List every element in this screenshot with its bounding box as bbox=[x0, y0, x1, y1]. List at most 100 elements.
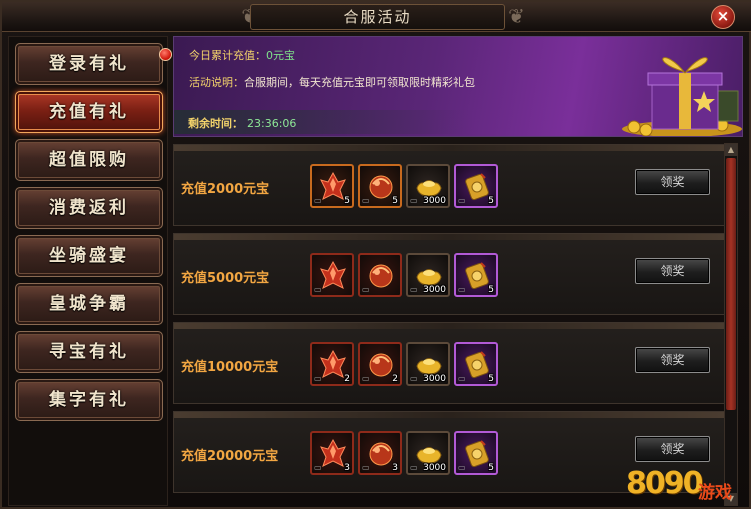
sidebar-tab-label: 充值有礼 bbox=[49, 102, 129, 122]
sidebar-tab-2[interactable]: 充值有礼 bbox=[15, 91, 163, 133]
title-ornament-right: ❦ bbox=[508, 4, 525, 28]
bound-lock-icon: ▭ bbox=[458, 463, 466, 472]
claim-reward-button[interactable]: 领奖 bbox=[635, 258, 710, 284]
title-ornament-left: ❦ bbox=[198, 2, 258, 32]
bound-lock-icon: ▭ bbox=[314, 374, 322, 383]
watermark-text: 游戏 bbox=[698, 483, 732, 503]
sidebar-tab-8[interactable]: 集字有礼 bbox=[15, 379, 163, 421]
tier-label: 充值20000元宝 bbox=[181, 449, 279, 464]
close-button[interactable]: × bbox=[711, 5, 735, 29]
countdown: 剩余时间： 23:36:06 bbox=[188, 115, 296, 131]
event-banner: 今日累计充值：0元宝 活动说明：合服期间，每天充值元宝即可领取限时精彩礼包 剩余… bbox=[173, 36, 743, 137]
reward-item-slot[interactable]: ▭ 2 bbox=[358, 342, 402, 386]
item-quantity: 5 bbox=[488, 374, 494, 384]
countdown-value: 23:36:06 bbox=[247, 117, 297, 130]
bound-lock-icon: ▭ bbox=[410, 196, 418, 205]
item-quantity: 2 bbox=[392, 374, 398, 384]
tier-label: 充值5000元宝 bbox=[181, 271, 270, 286]
countdown-label: 剩余时间： bbox=[188, 117, 243, 130]
item-quantity: 3000 bbox=[423, 463, 446, 473]
reward-item-slot[interactable]: ▭ 5 bbox=[454, 431, 498, 475]
reward-tier-row: 充值10000元宝 ▭ 2 ▭ 2 ▭ 3000 ▭ 5 领奖 bbox=[173, 322, 725, 404]
bound-lock-icon: ▭ bbox=[362, 196, 370, 205]
bound-lock-icon: ▭ bbox=[362, 463, 370, 472]
reward-item-slot[interactable]: ▭ 5 bbox=[310, 164, 354, 208]
row-divider bbox=[174, 145, 724, 151]
claim-reward-button[interactable]: 领奖 bbox=[635, 169, 710, 195]
sidebar-tab-label: 皇城争霸 bbox=[49, 294, 129, 314]
bound-lock-icon: ▭ bbox=[314, 463, 322, 472]
sidebar-tab-label: 超值限购 bbox=[49, 150, 129, 170]
sidebar-tab-4[interactable]: 消费返利 bbox=[15, 187, 163, 229]
reward-item-slot[interactable]: ▭ 5 bbox=[454, 164, 498, 208]
window-title: 合服活动 bbox=[250, 4, 505, 30]
item-quantity: 5 bbox=[488, 196, 494, 206]
row-divider bbox=[174, 412, 724, 418]
event-description-line: 活动说明：合服期间，每天充值元宝即可领取限时精彩礼包 bbox=[189, 74, 475, 90]
gift-box-icon bbox=[622, 57, 742, 136]
item-quantity: 3000 bbox=[423, 374, 446, 384]
reward-item-slot[interactable]: ▭ 2 bbox=[310, 342, 354, 386]
recharge-total-label: 今日累计充值： bbox=[189, 49, 266, 62]
item-quantity: 3 bbox=[392, 463, 398, 473]
site-watermark-logo: 8090 游戏 bbox=[626, 464, 748, 508]
title-bar: ❦ 合服活动 ❦ × bbox=[2, 2, 751, 32]
claim-reward-button[interactable]: 领奖 bbox=[635, 436, 710, 462]
scrollbar[interactable]: ▲ ▼ bbox=[724, 143, 738, 506]
reward-item-slot[interactable]: ▭ 5 bbox=[454, 342, 498, 386]
bound-lock-icon: ▭ bbox=[458, 196, 466, 205]
item-quantity: 5 bbox=[488, 463, 494, 473]
reward-item-slot[interactable]: ▭ bbox=[358, 253, 402, 297]
item-quantity: 3000 bbox=[423, 285, 446, 295]
item-quantity: 3 bbox=[344, 463, 350, 473]
sidebar-tab-1[interactable]: 登录有礼 bbox=[15, 43, 172, 85]
tier-label: 充值10000元宝 bbox=[181, 360, 279, 375]
scroll-up-arrow-icon[interactable]: ▲ bbox=[725, 144, 737, 156]
recharge-total-value: 0元宝 bbox=[266, 49, 295, 62]
bound-lock-icon: ▭ bbox=[362, 374, 370, 383]
event-description-text: 合服期间，每天充值元宝即可领取限时精彩礼包 bbox=[244, 76, 475, 89]
notification-dot-icon bbox=[159, 48, 172, 61]
item-quantity: 5 bbox=[344, 196, 350, 206]
sidebar-tab-label: 登录有礼 bbox=[49, 54, 129, 74]
bound-lock-icon: ▭ bbox=[314, 196, 322, 205]
reward-item-slot[interactable]: ▭ 5 bbox=[358, 164, 402, 208]
item-quantity: 5 bbox=[392, 196, 398, 206]
sidebar-tab-label: 集字有礼 bbox=[49, 390, 129, 410]
sidebar: 登录有礼充值有礼超值限购消费返利坐骑盛宴皇城争霸寻宝有礼集字有礼 bbox=[8, 36, 172, 506]
claim-reward-button[interactable]: 领奖 bbox=[635, 347, 710, 373]
reward-item-slot[interactable]: ▭ 3 bbox=[358, 431, 402, 475]
reward-item-slot[interactable]: ▭ 5 bbox=[454, 253, 498, 297]
reward-item-slot[interactable]: ▭ 3000 bbox=[406, 253, 450, 297]
reward-item-slot[interactable]: ▭ 3000 bbox=[406, 342, 450, 386]
bound-lock-icon: ▭ bbox=[410, 463, 418, 472]
watermark-number: 8090 bbox=[626, 466, 703, 501]
item-quantity: 2 bbox=[344, 374, 350, 384]
bound-lock-icon: ▭ bbox=[458, 285, 466, 294]
reward-item-slot[interactable]: ▭ 3000 bbox=[406, 431, 450, 475]
reward-item-slot[interactable]: ▭ bbox=[310, 253, 354, 297]
event-window: ❦ 合服活动 ❦ × 登录有礼充值有礼超值限购消费返利坐骑盛宴皇城争霸寻宝有礼集… bbox=[0, 0, 751, 509]
item-quantity: 5 bbox=[488, 285, 494, 295]
item-quantity: 3000 bbox=[423, 196, 446, 206]
row-divider bbox=[174, 323, 724, 329]
sidebar-tab-7[interactable]: 寻宝有礼 bbox=[15, 331, 163, 373]
sidebar-tab-5[interactable]: 坐骑盛宴 bbox=[15, 235, 163, 277]
event-description-label: 活动说明： bbox=[189, 76, 244, 89]
sidebar-tab-6[interactable]: 皇城争霸 bbox=[15, 283, 163, 325]
bound-lock-icon: ▭ bbox=[410, 285, 418, 294]
reward-item-slot[interactable]: ▭ 3000 bbox=[406, 164, 450, 208]
bound-lock-icon: ▭ bbox=[362, 285, 370, 294]
bound-lock-icon: ▭ bbox=[410, 374, 418, 383]
tier-label: 充值2000元宝 bbox=[181, 182, 270, 197]
row-divider bbox=[174, 234, 724, 240]
sidebar-tab-label: 坐骑盛宴 bbox=[49, 246, 129, 266]
reward-item-slot[interactable]: ▭ 3 bbox=[310, 431, 354, 475]
sidebar-tab-3[interactable]: 超值限购 bbox=[15, 139, 163, 181]
scroll-thumb[interactable] bbox=[726, 158, 736, 410]
sidebar-tab-label: 寻宝有礼 bbox=[49, 342, 129, 362]
recharge-total-line: 今日累计充值：0元宝 bbox=[189, 47, 295, 63]
reward-tier-row: 充值2000元宝 ▭ 5 ▭ 5 ▭ 3000 ▭ 5 领奖 bbox=[173, 144, 725, 226]
reward-list: 充值2000元宝 ▭ 5 ▭ 5 ▭ 3000 ▭ 5 领奖 充值5000元宝 ▭ ▭ ▭ 3000 ▭ 5 领奖… bbox=[173, 142, 743, 506]
bound-lock-icon: ▭ bbox=[314, 285, 322, 294]
